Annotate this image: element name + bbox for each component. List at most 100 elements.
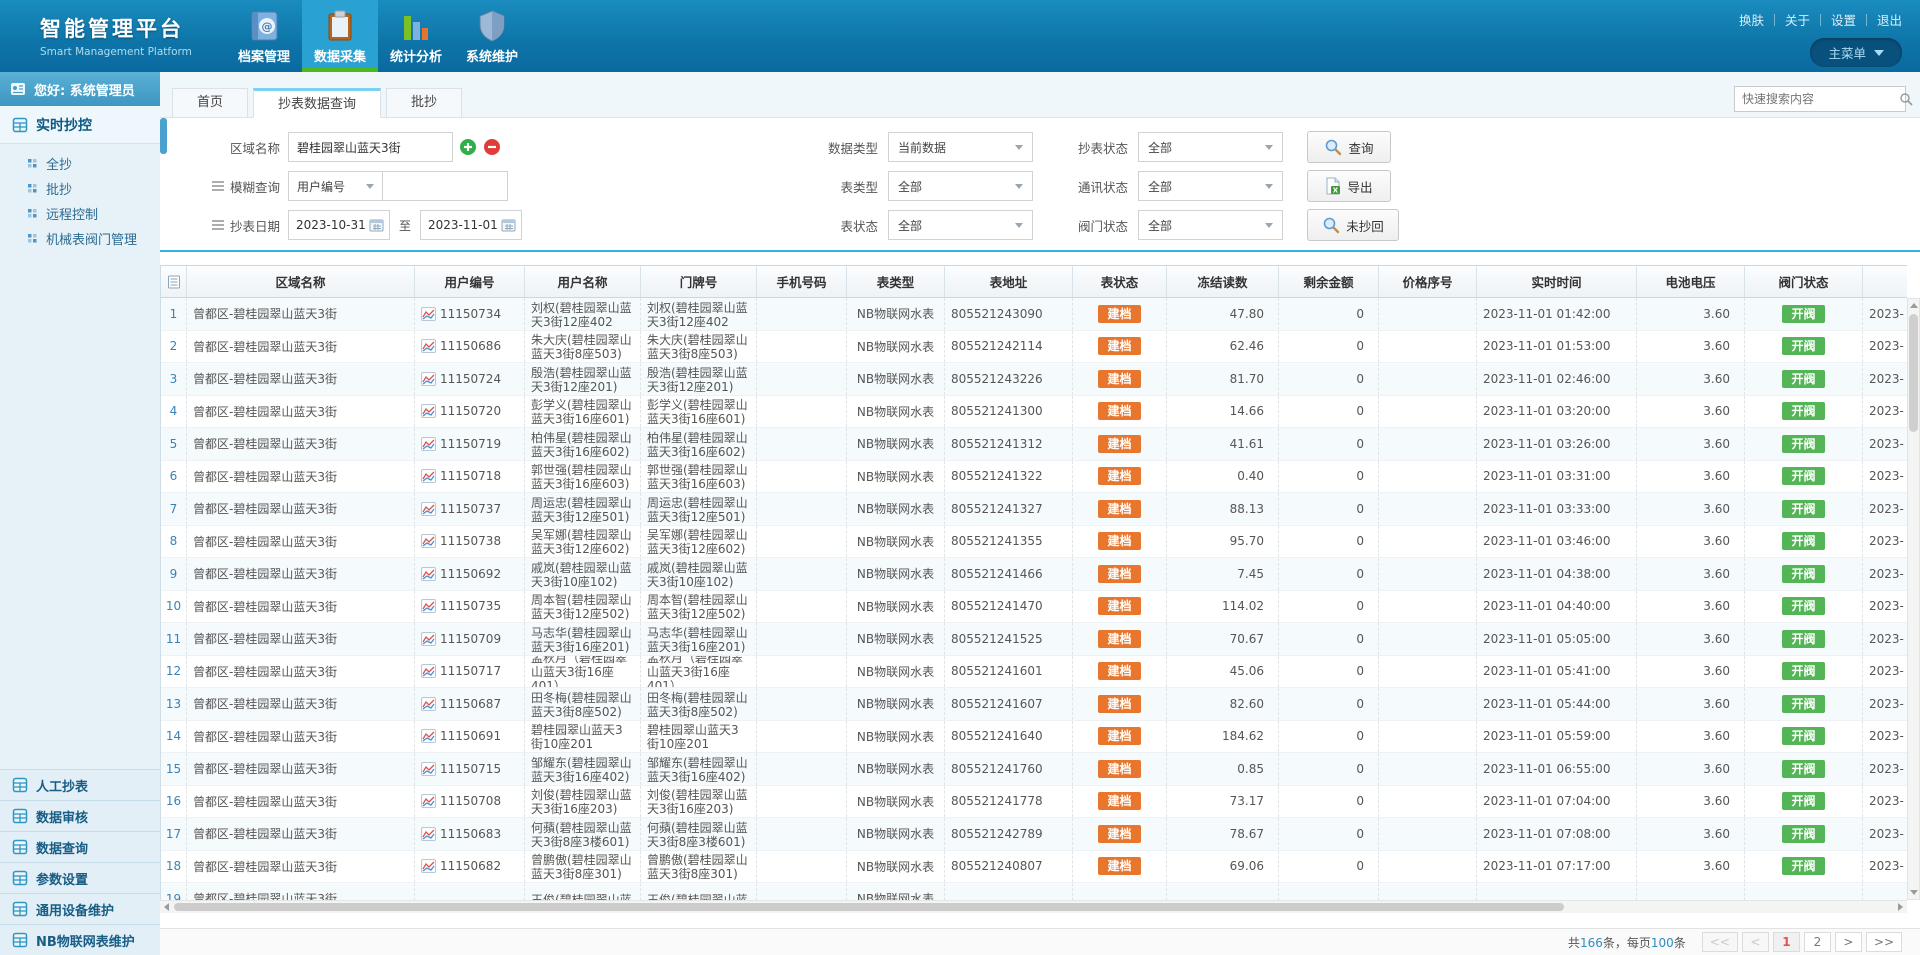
column-header-status[interactable]: 表状态 [1073, 266, 1167, 297]
trend-chart-icon[interactable] [421, 339, 436, 353]
calendar-icon[interactable] [369, 218, 384, 232]
date-to-input[interactable]: 2023-11-01 [420, 210, 522, 240]
nav-item-barchart[interactable]: 统计分析 [378, 0, 454, 72]
table-row[interactable]: 4曾都区-碧桂园翠山蓝天3街11150720彭学义(碧桂园翠山蓝天3街16座60… [161, 396, 1907, 429]
data-type-select[interactable]: 当前数据 [888, 132, 1033, 162]
calendar-icon[interactable] [501, 218, 516, 232]
trend-chart-icon[interactable] [421, 404, 436, 418]
trend-chart-icon[interactable] [421, 827, 436, 841]
read-status-select[interactable]: 全部 [1138, 132, 1283, 162]
valve-status-select[interactable]: 全部 [1138, 210, 1283, 240]
table-row[interactable]: 10曾都区-碧桂园翠山蓝天3街11150735周本智(碧桂园翠山蓝天3街12座5… [161, 591, 1907, 624]
sidebar-subitem-2[interactable]: 远程控制 [0, 201, 160, 226]
column-header-time[interactable]: 实时时间 [1477, 266, 1637, 297]
table-row[interactable]: 5曾都区-碧桂园翠山蓝天3街11150719柏伟星(碧桂园翠山蓝天3街16座60… [161, 428, 1907, 461]
horizontal-scroll-thumb[interactable] [174, 903, 1564, 911]
header-link-3[interactable]: 退出 [1877, 10, 1902, 29]
header-link-2[interactable]: 设置 [1831, 10, 1856, 29]
column-header-user_name[interactable]: 用户名称 [525, 266, 641, 297]
table-row[interactable]: 13曾都区-碧桂园翠山蓝天3街11150687田冬梅(碧桂园翠山蓝天3街8座50… [161, 688, 1907, 721]
table-row[interactable]: 11曾都区-碧桂园翠山蓝天3街11150709马志华(碧桂园翠山蓝天3街16座2… [161, 623, 1907, 656]
select-all-header[interactable] [161, 266, 187, 297]
column-header-read_time[interactable]: 抄表时间 [1863, 266, 1907, 297]
unread-button[interactable]: 未抄回 [1307, 209, 1399, 241]
scroll-up-arrow[interactable] [1908, 299, 1919, 312]
column-header-meter_type[interactable]: 表类型 [847, 266, 945, 297]
scroll-right-arrow[interactable] [1894, 901, 1907, 913]
page-button-2[interactable]: 1 [1773, 932, 1800, 952]
search-icon[interactable] [1899, 92, 1913, 106]
trend-chart-icon[interactable] [421, 372, 436, 386]
trend-chart-icon[interactable] [421, 437, 436, 451]
query-button[interactable]: 查询 [1307, 131, 1391, 163]
page-button-5[interactable]: >> [1866, 932, 1902, 952]
nav-item-shield[interactable]: 系统维护 [454, 0, 530, 72]
table-row[interactable]: 16曾都区-碧桂园翠山蓝天3街11150708刘俊(碧桂园翠山蓝天3街16座20… [161, 786, 1907, 819]
trend-chart-icon[interactable] [421, 307, 436, 321]
table-row[interactable]: 12曾都区-碧桂园翠山蓝天3街11150717孟秋月（碧桂园翠山蓝天3街16座4… [161, 656, 1907, 689]
trend-chart-icon[interactable] [421, 632, 436, 646]
tab-1[interactable]: 抄表数据查询 [253, 88, 381, 118]
horizontal-scrollbar[interactable] [160, 900, 1907, 913]
scroll-down-arrow[interactable] [1908, 886, 1919, 899]
sidebar-subitem-3[interactable]: 机械表阀门管理 [0, 226, 160, 251]
column-header-price_no[interactable]: 价格序号 [1379, 266, 1477, 297]
table-row[interactable]: 17曾都区-碧桂园翠山蓝天3街11150683何蘋(碧桂园翠山蓝天3街8座3楼6… [161, 818, 1907, 851]
column-header-voltage[interactable]: 电池电压 [1637, 266, 1745, 297]
comm-status-select[interactable]: 全部 [1138, 171, 1283, 201]
table-row[interactable]: 15曾都区-碧桂园翠山蓝天3街11150715邹耀东(碧桂园翠山蓝天3街16座4… [161, 753, 1907, 786]
export-button[interactable]: X 导出 [1307, 170, 1391, 202]
header-link-0[interactable]: 换肤 [1739, 10, 1764, 29]
sidebar-bottom-item-1[interactable]: 数据审核 [0, 800, 160, 831]
trend-chart-icon[interactable] [421, 664, 436, 678]
sidebar-bottom-item-5[interactable]: NB物联网表维护 [0, 924, 160, 955]
sidebar-subitem-1[interactable]: 批抄 [0, 176, 160, 201]
table-row[interactable]: 9曾都区-碧桂园翠山蓝天3街11150692戚岚(碧桂园翠山蓝天3街10座102… [161, 558, 1907, 591]
column-header-valve[interactable]: 阀门状态 [1745, 266, 1863, 297]
column-header-door[interactable]: 门牌号 [641, 266, 757, 297]
table-row[interactable]: 14曾都区-碧桂园翠山蓝天3街11150691碧桂园翠山蓝天3街10座201碧桂… [161, 721, 1907, 754]
column-header-reading[interactable]: 冻结读数 [1167, 266, 1279, 297]
column-header-area[interactable]: 区域名称 [187, 266, 415, 297]
trend-chart-icon[interactable] [421, 729, 436, 743]
column-header-user_no[interactable]: 用户编号 [415, 266, 525, 297]
table-row[interactable]: 1曾都区-碧桂园翠山蓝天3街11150734刘权(碧桂园翠山蓝天3街12座402… [161, 298, 1907, 331]
page-button-4[interactable]: > [1835, 932, 1862, 952]
trend-chart-icon[interactable] [421, 469, 436, 483]
trend-chart-icon[interactable] [421, 697, 436, 711]
sidebar-bottom-item-2[interactable]: 数据查询 [0, 831, 160, 862]
table-row[interactable]: 8曾都区-碧桂园翠山蓝天3街11150738吴军娜(碧桂园翠山蓝天3街12座60… [161, 526, 1907, 559]
sidebar-bottom-item-3[interactable]: 参数设置 [0, 862, 160, 893]
nav-item-addressbook[interactable]: @档案管理 [226, 0, 302, 72]
quick-search-input[interactable] [1735, 92, 1899, 106]
main-menu-button[interactable]: 主菜单 [1810, 38, 1902, 67]
sidebar-item-realtime-reading[interactable]: 实时抄控 [0, 106, 160, 144]
sidebar-bottom-item-0[interactable]: 人工抄表 [0, 769, 160, 800]
header-link-1[interactable]: 关于 [1785, 10, 1810, 29]
vertical-scrollbar[interactable] [1907, 298, 1920, 900]
nav-item-clipboard[interactable]: 数据采集 [302, 0, 378, 72]
table-row[interactable]: 2曾都区-碧桂园翠山蓝天3街11150686朱大庆(碧桂园翠山蓝天3街8座503… [161, 331, 1907, 364]
trend-chart-icon[interactable] [421, 762, 436, 776]
sidebar-bottom-item-4[interactable]: 通用设备维护 [0, 893, 160, 924]
fuzzy-field-select[interactable]: 用户编号 [288, 171, 383, 201]
table-row[interactable]: 3曾都区-碧桂园翠山蓝天3街11150724殷浩(碧桂园翠山蓝天3街12座201… [161, 363, 1907, 396]
sidebar-subitem-0[interactable]: 全抄 [0, 151, 160, 176]
trend-chart-icon[interactable] [421, 599, 436, 613]
column-header-addr[interactable]: 表地址 [945, 266, 1073, 297]
splitter-handle[interactable] [160, 118, 167, 154]
fuzzy-search-input[interactable] [383, 171, 508, 201]
table-row[interactable]: 19曾都区-碧桂园翠山蓝天3街王俊(碧桂园翠山蓝王俊(碧桂园翠山蓝NB物联网水表 [161, 883, 1907, 900]
trend-chart-icon[interactable] [421, 794, 436, 808]
table-row[interactable]: 6曾都区-碧桂园翠山蓝天3街11150718郭世强(碧桂园翠山蓝天3街16座60… [161, 461, 1907, 494]
trend-chart-icon[interactable] [421, 567, 436, 581]
remove-area-icon[interactable] [483, 138, 501, 156]
meter-status-select[interactable]: 全部 [888, 210, 1033, 240]
column-header-balance[interactable]: 剩余金额 [1279, 266, 1379, 297]
tab-2[interactable]: 批抄 [386, 88, 462, 118]
column-header-phone[interactable]: 手机号码 [757, 266, 847, 297]
table-row[interactable]: 7曾都区-碧桂园翠山蓝天3街11150737周运忠(碧桂园翠山蓝天3街12座50… [161, 493, 1907, 526]
page-button-3[interactable]: 2 [1804, 932, 1831, 952]
table-row[interactable]: 18曾都区-碧桂园翠山蓝天3街11150682曾鹏傲(碧桂园翠山蓝天3街8座30… [161, 851, 1907, 884]
date-from-input[interactable]: 2023-10-31 [288, 210, 390, 240]
